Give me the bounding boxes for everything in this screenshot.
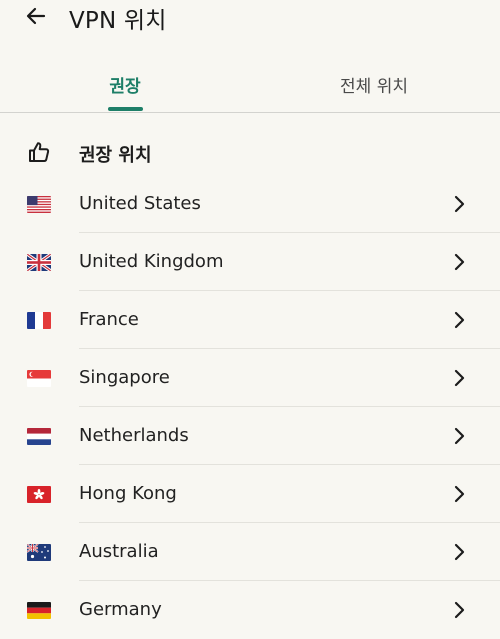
sg-flag-icon [27, 370, 51, 387]
country-name: United States [79, 193, 201, 214]
uk-flag-icon [27, 254, 51, 271]
tab-recommended[interactable]: 권장 [0, 56, 250, 111]
list-item-netherlands[interactable]: Netherlands [0, 407, 500, 465]
tab-all-locations-label: 전체 위치 [340, 77, 408, 97]
chevron-right-icon [454, 543, 465, 561]
active-tab-indicator [108, 107, 143, 111]
au-flag-icon [27, 544, 51, 561]
fr-flag-icon [27, 312, 51, 329]
country-list: United States United Kingdom France Sing… [0, 175, 500, 639]
list-item-france[interactable]: France [0, 291, 500, 349]
country-name: United Kingdom [79, 251, 224, 272]
chevron-right-icon [454, 195, 465, 213]
app-bar: VPN 위치 [0, 0, 500, 36]
us-flag-icon [27, 196, 51, 213]
list-item-australia[interactable]: Australia [0, 523, 500, 581]
nl-flag-icon [27, 428, 51, 445]
country-name: Hong Kong [79, 483, 177, 504]
de-flag-icon [27, 602, 51, 619]
arrow-left-icon [26, 7, 46, 25]
back-button[interactable] [20, 2, 52, 30]
chevron-right-icon [454, 485, 465, 503]
recommended-section-header: 권장 위치 [0, 136, 500, 170]
list-item-singapore[interactable]: Singapore [0, 349, 500, 407]
list-item-germany[interactable]: Germany [0, 581, 500, 639]
chevron-right-icon [454, 311, 465, 329]
tab-all-locations[interactable]: 전체 위치 [249, 56, 499, 111]
country-name: Australia [79, 541, 159, 562]
thumbs-up-icon [29, 142, 50, 162]
chevron-right-icon [454, 601, 465, 619]
country-name: Netherlands [79, 425, 189, 446]
list-item-united-states[interactable]: United States [0, 175, 500, 233]
country-name: Singapore [79, 367, 170, 388]
page-title: VPN 위치 [69, 8, 167, 34]
list-item-united-kingdom[interactable]: United Kingdom [0, 233, 500, 291]
section-title: 권장 위치 [79, 145, 152, 166]
tab-recommended-label: 권장 [109, 77, 141, 97]
chevron-right-icon [454, 427, 465, 445]
country-name: France [79, 309, 139, 330]
chevron-right-icon [454, 253, 465, 271]
tab-bar: 권장 전체 위치 [0, 56, 500, 113]
country-name: Germany [79, 599, 162, 620]
list-item-hong-kong[interactable]: Hong Kong [0, 465, 500, 523]
chevron-right-icon [454, 369, 465, 387]
hk-flag-icon [27, 486, 51, 503]
